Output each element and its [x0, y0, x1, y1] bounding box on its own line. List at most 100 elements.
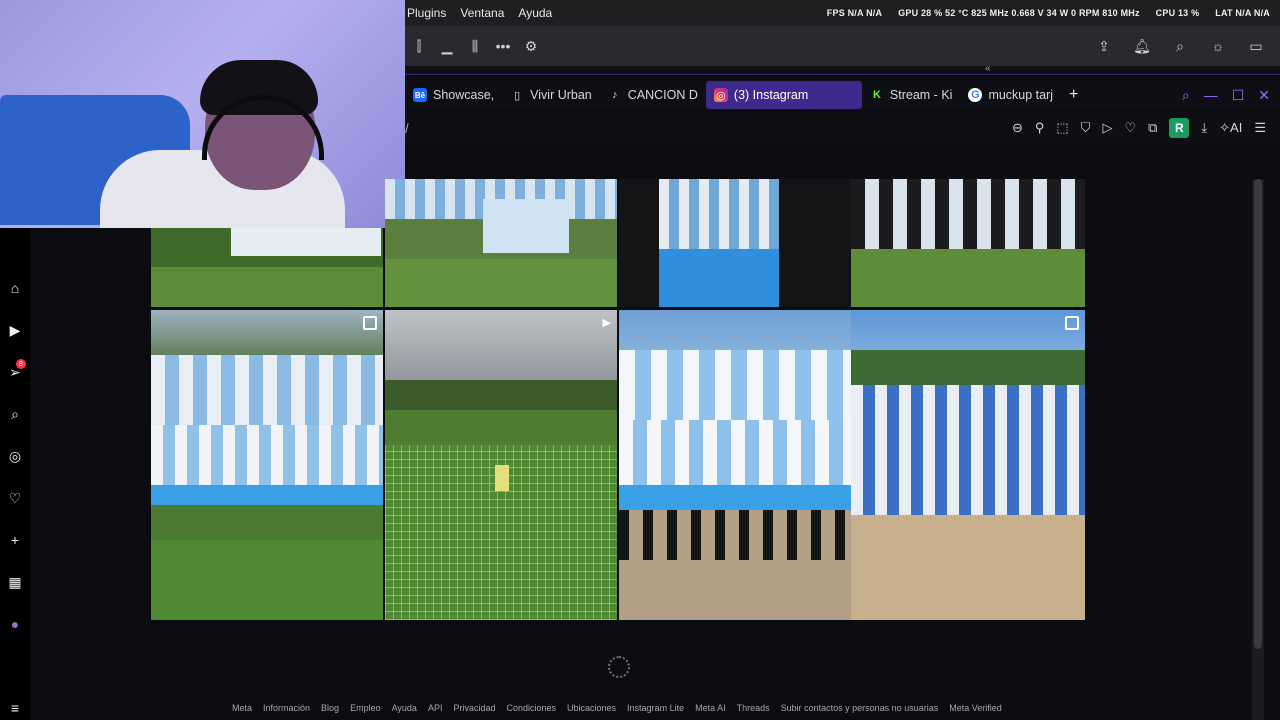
new-tab-icon[interactable]: + — [1069, 86, 1078, 104]
flag — [483, 199, 569, 253]
tab-stream[interactable]: K Stream - Ki — [862, 81, 961, 109]
footer-link-privacy[interactable]: Privacidad — [453, 703, 495, 713]
align-left-icon[interactable]: ⫿ — [405, 38, 433, 55]
menu-ayuda[interactable]: Ayuda — [518, 6, 552, 20]
post-thumbnail[interactable]: ▶ — [385, 310, 617, 620]
document-icon: ▯ — [514, 89, 521, 102]
post-thumbnail[interactable] — [619, 179, 851, 307]
footer-link-threads[interactable]: Threads — [737, 703, 770, 713]
maximize-icon[interactable]: ☐ — [1232, 87, 1245, 104]
footer-link-meta[interactable]: Meta — [232, 703, 252, 713]
ai-label: AI — [1230, 120, 1243, 135]
cpu-stat: CPU 13 % — [1155, 8, 1200, 18]
tab-label: Stream - Ki — [889, 88, 953, 102]
minimize-icon[interactable]: — — [1204, 87, 1218, 104]
bell-icon[interactable]: 🔔︎ — [1128, 38, 1156, 55]
team-front-row — [151, 425, 383, 485]
address-bar: / ⊖ ⚲ ⬚ ⛉ ▷ ♡ ⧉ R ⤓ ✧AI ☰ — [405, 112, 1280, 144]
panel-icon[interactable]: ▭ — [1242, 38, 1270, 55]
url-field[interactable]: / — [405, 121, 409, 136]
footer-link-contacts[interactable]: Subir contactos y personas no usuarias — [781, 703, 939, 713]
team-shorts — [619, 485, 851, 510]
footer-link-terms[interactable]: Condiciones — [506, 703, 556, 713]
search-icon[interactable]: ⌕ — [1166, 38, 1194, 55]
tab-cancion[interactable]: ♪ CANCION D — [600, 81, 706, 109]
search-icon[interactable]: ⌕ — [1182, 87, 1190, 104]
heart-icon[interactable]: ♡ — [5, 488, 25, 508]
footer-link-info[interactable]: Información — [263, 703, 310, 713]
footer-link-help[interactable]: Ayuda — [392, 703, 417, 713]
dashboard-icon[interactable]: ▦ — [5, 572, 25, 592]
tab-label: CANCION D — [627, 88, 698, 102]
more-icon[interactable]: ••• — [489, 38, 517, 54]
footer-link-verified[interactable]: Meta Verified — [949, 703, 1002, 713]
distribute-icon[interactable]: ⫼ — [461, 38, 489, 55]
create-icon[interactable]: + — [5, 530, 25, 550]
video-icon: ▶ — [602, 317, 611, 329]
tree-line — [385, 380, 617, 410]
home-icon[interactable]: ⌂ — [5, 278, 25, 298]
page-scrollbar[interactable] — [1252, 179, 1264, 720]
post-thumbnail[interactable] — [151, 228, 383, 307]
profile-avatar[interactable]: ● — [5, 614, 25, 634]
tab-muckup[interactable]: G muckup tarj — [960, 81, 1061, 109]
ai-button[interactable]: ✧AI — [1219, 120, 1242, 136]
tab-instagram[interactable]: ◎ (3) Instagram — [705, 81, 862, 109]
reels-icon[interactable]: ▶ — [5, 320, 25, 340]
collapse-row: « — [405, 63, 1280, 75]
footer-link-blog[interactable]: Blog — [321, 703, 339, 713]
search-icon[interactable]: ⌕ — [5, 404, 25, 424]
more-menu-icon[interactable]: ≡ — [5, 698, 25, 718]
heart-icon[interactable]: ♡ — [1124, 120, 1136, 136]
post-thumbnail[interactable] — [619, 310, 851, 620]
tab-vivir-urban[interactable]: ▯ Vivir Urban — [502, 81, 600, 109]
explore-icon[interactable]: ◎ — [5, 446, 25, 466]
tab-showcase[interactable]: Bē Showcase, — [405, 81, 502, 109]
carousel-icon — [1065, 316, 1079, 330]
banner — [231, 228, 381, 256]
footer-link-lite[interactable]: Instagram Lite — [627, 703, 684, 713]
loading-spinner-icon — [608, 656, 630, 678]
extensions-icon[interactable]: ⧉ — [1148, 120, 1157, 136]
post-thumbnail[interactable] — [851, 179, 1085, 307]
app-menubar: Plugins Ventana Ayuda FPS N/A N/A GPU 28… — [405, 0, 1280, 26]
carousel-icon — [363, 316, 377, 330]
tab-label: (3) Instagram — [733, 88, 809, 102]
players-legs — [851, 179, 1085, 249]
collapse-icon[interactable]: « — [985, 63, 991, 74]
footer-link-meta-ai[interactable]: Meta AI — [695, 703, 726, 713]
team-front-row — [619, 420, 851, 490]
behance-icon: Bē — [413, 88, 427, 102]
close-icon[interactable]: ✕ — [1258, 87, 1270, 104]
post-thumbnail[interactable] — [385, 179, 617, 307]
play-icon[interactable]: ▷ — [1102, 120, 1112, 136]
lat-stat: LAT N/A N/A — [1215, 8, 1270, 18]
footer-link-jobs[interactable]: Empleo — [350, 703, 381, 713]
gpu-stat: GPU 28 % 52 °C 825 MHz 0.668 V 34 W 0 RP… — [898, 8, 1140, 18]
kick-icon: K — [872, 89, 881, 101]
share-icon[interactable]: ⇪ — [1090, 38, 1118, 55]
gear-icon[interactable]: ⚙ — [517, 38, 545, 55]
editor-toolbar: ⫿ ▁ ⫼ ••• ⚙ ⇪ 🔔︎ ⌕ ☼ ▭ — [405, 26, 1280, 66]
trees — [851, 350, 1085, 390]
menu-plugins[interactable]: Plugins — [407, 6, 446, 20]
download-icon[interactable]: ⤓ — [1201, 120, 1207, 136]
footer-link-locations[interactable]: Ubicaciones — [567, 703, 616, 713]
screenshot-icon[interactable]: ⬚ — [1056, 120, 1068, 136]
zoom-out-icon[interactable]: ⊖ — [1012, 120, 1023, 136]
menu-ventana[interactable]: Ventana — [460, 6, 504, 20]
post-thumbnail[interactable] — [851, 310, 1085, 620]
align-bottom-icon[interactable]: ▁ — [433, 38, 461, 55]
goalkeeper — [495, 465, 509, 491]
footer-link-api[interactable]: API — [428, 703, 443, 713]
menu-icon[interactable]: ☰ — [1254, 120, 1266, 136]
scrollbar-thumb[interactable] — [1254, 179, 1262, 649]
lightbulb-icon[interactable]: ☼ — [1204, 38, 1232, 55]
notification-badge: 8 — [16, 359, 26, 369]
instagram-icon: ◎ — [713, 88, 728, 102]
tab-label: Vivir Urban — [530, 88, 592, 102]
extension-r-badge[interactable]: R — [1169, 118, 1190, 138]
pin-icon[interactable]: ⚲ — [1035, 120, 1045, 136]
post-thumbnail[interactable] — [151, 310, 383, 620]
shield-icon[interactable]: ⛉ — [1081, 120, 1091, 136]
